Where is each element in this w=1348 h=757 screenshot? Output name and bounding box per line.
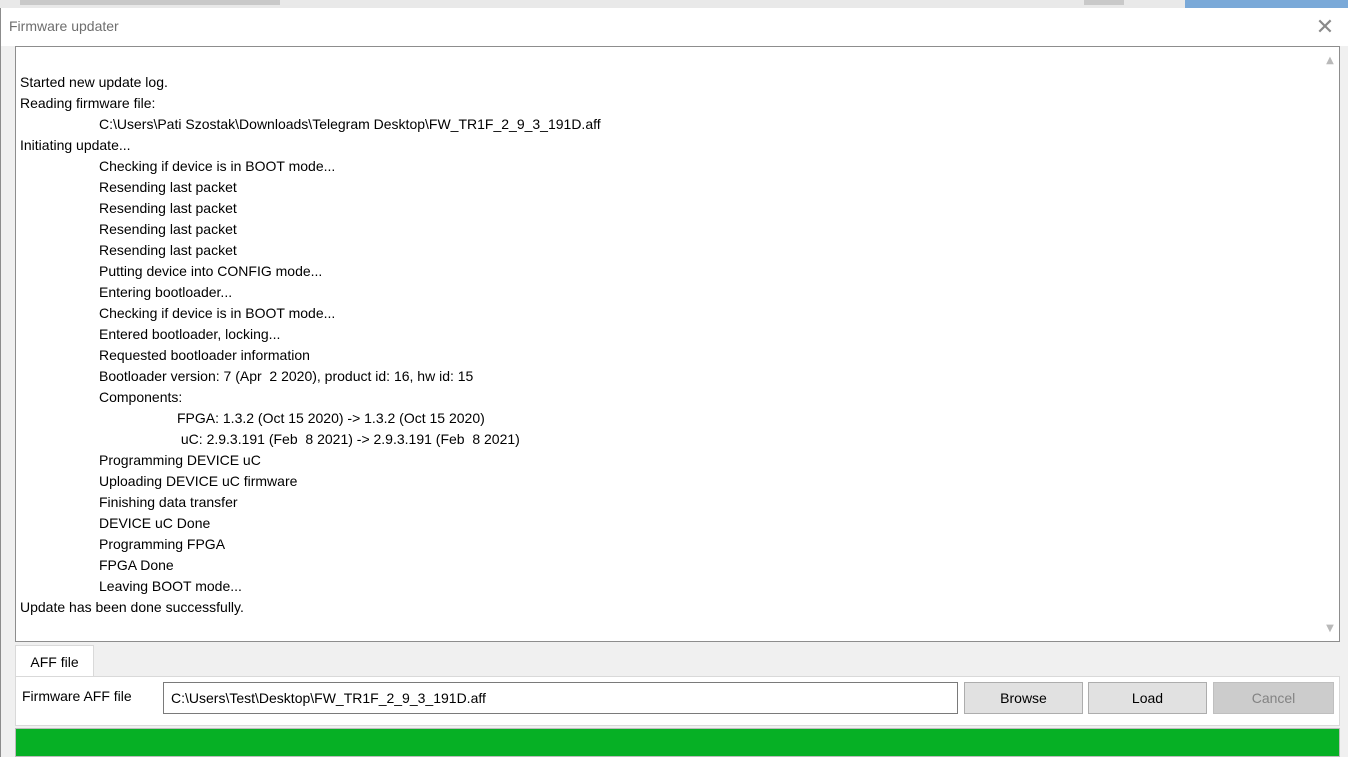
browse-button[interactable]: Browse (964, 682, 1083, 714)
log-line: Entered bootloader, locking... (99, 326, 281, 342)
log-line: Started new update log. (20, 74, 168, 90)
load-button[interactable]: Load (1088, 682, 1207, 714)
log-line: FPGA Done (99, 557, 174, 573)
log-line: DEVICE uC Done (99, 515, 211, 531)
log-line: Leaving BOOT mode... (99, 578, 242, 594)
log-line: Reading firmware file: (20, 95, 156, 111)
log-line: Resending last packet (99, 200, 237, 216)
background-highlight (1185, 0, 1348, 8)
log-line: Resending last packet (99, 221, 237, 237)
log-lines: Started new update log. Reading firmware … (20, 72, 601, 618)
log-line: uC: 2.9.3.191 (Feb 8 2021) -> 2.9.3.191 … (177, 431, 520, 447)
log-line: Requested bootloader information (99, 347, 310, 363)
close-icon: ✕ (1315, 14, 1335, 40)
cancel-button: Cancel (1213, 682, 1334, 714)
log-line: Update has been done successfully. (20, 599, 244, 615)
update-progress-bar (15, 728, 1340, 757)
log-line: C:\Users\Pati Szostak\Downloads\Telegram… (99, 116, 601, 132)
log-line: Bootloader version: 7 (Apr 2 2020), prod… (99, 368, 474, 384)
log-line: Resending last packet (99, 179, 237, 195)
log-line: Putting device into CONFIG mode... (99, 263, 323, 279)
screen: Firmware updater ✕ Started new update lo… (0, 0, 1348, 757)
firmware-aff-file-input[interactable] (163, 682, 958, 714)
log-line: Checking if device is in BOOT mode... (99, 305, 336, 321)
update-log[interactable]: Started new update log. Reading firmware … (15, 46, 1340, 642)
log-line: Components: (99, 389, 183, 405)
aff-file-panel: Firmware AFF file Browse Load Cancel (15, 676, 1340, 726)
window-title: Firmware updater (9, 18, 119, 34)
background-window-edge (0, 0, 1348, 8)
background-text-fragment (20, 0, 280, 5)
background-text-fragment (1084, 0, 1124, 5)
log-line: Uploading DEVICE uC firmware (99, 473, 298, 489)
progress-fill (16, 729, 1339, 756)
log-line: Finishing data transfer (99, 494, 238, 510)
log-scrollbar[interactable]: ▲ ▼ (1321, 47, 1339, 641)
scroll-up-icon[interactable]: ▲ (1321, 51, 1339, 69)
firmware-aff-file-label: Firmware AFF file (22, 688, 132, 704)
log-line: Initiating update... (20, 137, 131, 153)
log-line: Programming DEVICE uC (99, 452, 261, 468)
tab-strip: AFF file (15, 645, 1340, 678)
log-line: Checking if device is in BOOT mode... (99, 158, 336, 174)
log-line: Entering bootloader... (99, 284, 233, 300)
log-line: FPGA: 1.3.2 (Oct 15 2020) -> 1.3.2 (Oct … (177, 410, 485, 426)
title-bar[interactable]: Firmware updater ✕ (1, 8, 1348, 46)
scroll-down-icon[interactable]: ▼ (1321, 619, 1339, 637)
close-button[interactable]: ✕ (1302, 8, 1348, 46)
tab-aff-file[interactable]: AFF file (15, 645, 94, 678)
log-line: Resending last packet (99, 242, 237, 258)
log-line: Programming FPGA (99, 536, 226, 552)
